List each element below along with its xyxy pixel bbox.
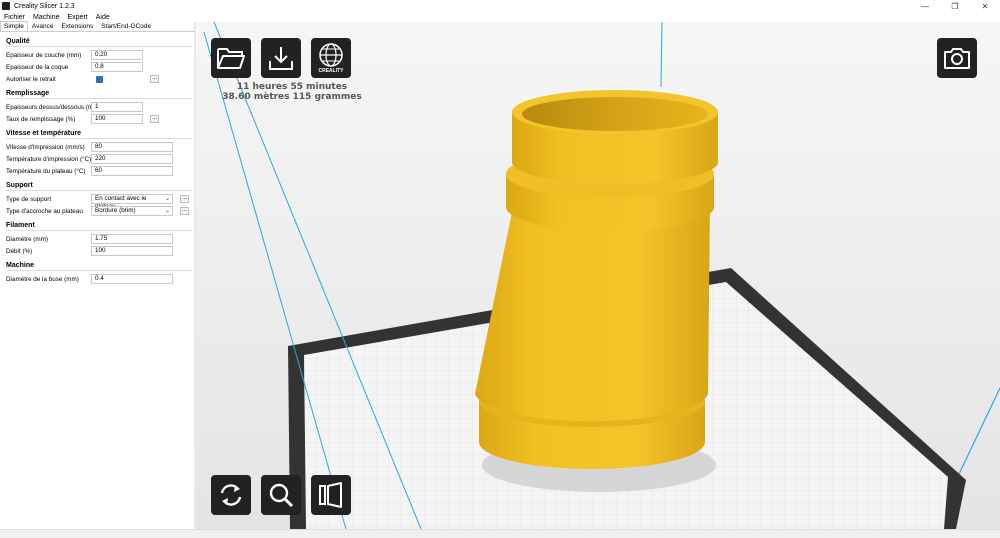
tab-avance[interactable]: Avancé [28, 21, 58, 31]
adhesion-more-button[interactable]: ... [180, 207, 189, 215]
zoom-button[interactable] [261, 475, 301, 515]
setting-print-speed: Vitesse d'impression (mm/s) 80 [6, 141, 190, 153]
setting-label: Epaisseurs dessus/dessous (mm) [6, 103, 101, 111]
snapshot-button[interactable] [937, 38, 977, 78]
support-type-value: En contact avec le plateau [95, 195, 147, 210]
model-opening [522, 97, 708, 131]
section-divider [6, 138, 192, 139]
tab-simple[interactable]: Simple [0, 21, 28, 31]
section-divider [6, 98, 192, 99]
camera-icon [944, 48, 970, 69]
setting-label: Epaisseur de couche (mm) [6, 51, 82, 59]
menu-machine[interactable]: Machine [29, 14, 63, 21]
setting-support-type: Type de support En contact avec le plate… [6, 193, 190, 210]
flow-input[interactable]: 100 [91, 246, 173, 256]
section-divider [6, 190, 192, 191]
menu-expert[interactable]: Expert [63, 14, 91, 21]
setting-label: Diamètre de la buse (mm) [6, 275, 79, 283]
infill-density-input[interactable]: 100 [91, 114, 143, 124]
print-estimate: 11 heures 55 minutes 38.60 mètres 115 gr… [222, 82, 362, 102]
print-time: 11 heures 55 minutes [236, 82, 348, 92]
section-title-qualite: Qualité [6, 38, 30, 45]
3d-viewport[interactable]: CREALITY 11 heures 55 minutes 38.60 mètr… [196, 22, 1000, 529]
retraction-checkbox[interactable] [96, 75, 103, 83]
setting-shell-thickness: Epaisseur de la coque 0.8 [6, 61, 190, 73]
print-temp-input[interactable]: 220 [91, 154, 173, 164]
top-bottom-input[interactable]: 1 [91, 102, 143, 112]
setting-label: Taux de remplissage (%) [6, 115, 76, 123]
creality-button[interactable]: CREALITY [311, 38, 351, 78]
bed-temp-input[interactable]: 60 [91, 166, 173, 176]
infill-more-button[interactable]: ... [150, 115, 159, 123]
window-controls: — ❐ ✕ [910, 0, 1000, 12]
folder-open-icon [217, 48, 245, 69]
support-more-button[interactable]: ... [180, 195, 189, 203]
setting-label: Type d'accroche au plateau [6, 207, 83, 215]
setting-top-bottom: Epaisseurs dessus/dessous (mm) 1 [6, 101, 190, 113]
setting-infill-density: Taux de remplissage (%) 100 ... [6, 113, 190, 125]
rotate-button[interactable] [211, 475, 251, 515]
view-mode-button[interactable] [311, 475, 351, 515]
nozzle-diameter-input[interactable]: 0.4 [91, 274, 173, 284]
section-title-support: Support [6, 182, 33, 189]
maximize-button[interactable]: ❐ [940, 0, 970, 12]
rotate-icon [220, 484, 242, 506]
adhesion-type-value: Bordure (brim) [95, 207, 136, 214]
support-type-select[interactable]: En contact avec le plateau ⌄ [91, 194, 173, 210]
setting-bed-temp: Température du plateau (°C) 60 [6, 165, 190, 177]
app-logo-icon [2, 2, 10, 10]
layer-height-input[interactable]: 0.20 [91, 50, 143, 60]
setting-label: Vitesse d'impression (mm/s) [6, 143, 85, 151]
setting-label: Diamètre (mm) [6, 235, 48, 243]
setting-label: Température du plateau (°C) [6, 167, 86, 175]
section-divider [6, 270, 192, 271]
settings-tabs: Simple Avancé Extensions Start/End-GCode [0, 21, 196, 32]
model-body [475, 202, 710, 422]
filament-diameter-input[interactable]: 1.75 [91, 234, 173, 244]
shell-thickness-input[interactable]: 0.8 [91, 62, 143, 72]
print-material: 38.60 mètres 115 grammes [222, 92, 362, 102]
close-button[interactable]: ✕ [970, 0, 1000, 12]
creality-logo-text: CREALITY [319, 68, 345, 74]
menu-aide[interactable]: Aide [92, 14, 114, 21]
chevron-down-icon: ⌄ [164, 196, 170, 202]
setting-layer-height: Epaisseur de couche (mm) 0.20 [6, 49, 190, 61]
setting-nozzle-diameter: Diamètre de la buse (mm) 0.4 [6, 273, 190, 285]
setting-label: Autoriser le retrait [6, 75, 56, 83]
setting-retraction: Autoriser le retrait ... [6, 73, 190, 85]
settings-panel: Qualité Epaisseur de couche (mm) 0.20 Ep… [0, 33, 194, 529]
zoom-icon [269, 483, 294, 508]
section-divider [6, 46, 192, 47]
chevron-down-icon: ⌄ [164, 208, 170, 214]
view-mode-icon [319, 482, 342, 508]
setting-print-temp: Température d'impression (°C) 220 [6, 153, 190, 165]
section-title-remplissage: Remplissage [6, 90, 50, 97]
creality-globe-icon: CREALITY [319, 43, 345, 74]
window-title: Creality Slicer 1.2.3 [14, 2, 75, 10]
menu-fichier[interactable]: Fichier [0, 14, 29, 21]
section-title-filament: Filament [6, 222, 35, 229]
download-icon [269, 47, 293, 70]
setting-label: Débit (%) [6, 247, 33, 255]
setting-label: Epaisseur de la coque [6, 63, 69, 71]
section-divider [6, 230, 192, 231]
setting-flow: Débit (%) 100 [6, 245, 190, 257]
print-speed-input[interactable]: 80 [91, 142, 173, 152]
setting-label: Température d'impression (°C) [6, 155, 92, 163]
setting-filament-diameter: Diamètre (mm) 1.75 [6, 233, 190, 245]
setting-adhesion-type: Type d'accroche au plateau Bordure (brim… [6, 205, 190, 217]
tab-start-end-gcode[interactable]: Start/End-GCode [97, 21, 155, 31]
setting-label: Type de support [6, 195, 52, 203]
adhesion-type-select[interactable]: Bordure (brim) ⌄ [91, 206, 173, 216]
title-bar: Creality Slicer 1.2.3 — ❐ ✕ [0, 0, 1000, 12]
section-title-vitesse: Vitesse et température [6, 130, 81, 137]
minimize-button[interactable]: — [910, 0, 940, 12]
save-gcode-button[interactable] [261, 38, 301, 78]
retraction-more-button[interactable]: ... [150, 75, 159, 83]
open-file-button[interactable] [211, 38, 251, 78]
status-bar [0, 529, 1000, 538]
tab-extensions[interactable]: Extensions [57, 21, 97, 31]
section-title-machine: Machine [6, 262, 35, 269]
